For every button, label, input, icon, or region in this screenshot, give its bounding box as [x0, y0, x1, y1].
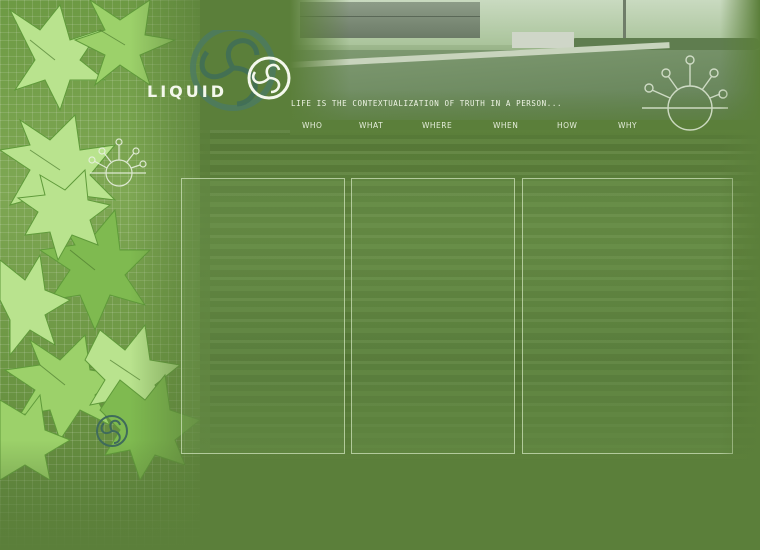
- content-panel-middle: [351, 178, 515, 454]
- content-panel-left: [181, 178, 345, 454]
- nav-item-why[interactable]: WHY: [618, 121, 637, 130]
- right-edge-fade: [720, 0, 760, 549]
- sun-ornament-icon: [642, 55, 728, 131]
- content-panel-right: [522, 178, 733, 454]
- leaf-bottom-fade: [0, 440, 200, 550]
- nav-item-who[interactable]: WHO: [302, 121, 322, 130]
- triskelion-watermark-icon: [96, 415, 128, 447]
- tagline: LIFE IS THE CONTEXTUALIZATION OF TRUTH I…: [291, 99, 563, 108]
- nav-item-what[interactable]: WHAT: [359, 121, 383, 130]
- nav-item-how[interactable]: HOW: [557, 121, 577, 130]
- sun-ornament-small-icon: [88, 138, 147, 187]
- logo-text[interactable]: LIQUID: [147, 84, 227, 100]
- triskelion-logo-icon[interactable]: [145, 30, 295, 115]
- header-truck: [512, 32, 574, 48]
- nav-item-when[interactable]: WHEN: [493, 121, 518, 130]
- nav-item-where[interactable]: WHERE: [422, 121, 452, 130]
